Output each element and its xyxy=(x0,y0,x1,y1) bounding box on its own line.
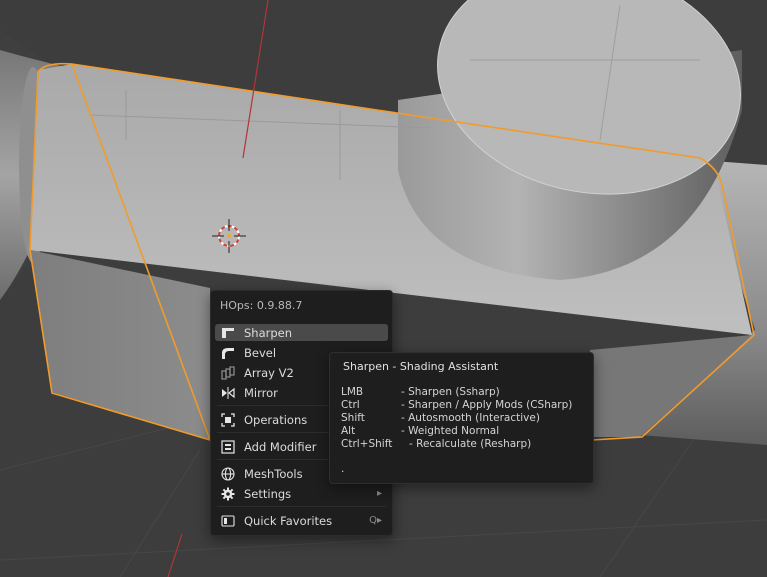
tooltip-footer: . xyxy=(341,463,345,475)
menu-item-sharpen[interactable]: Sharpen xyxy=(215,324,388,341)
tooltip-key: Shift xyxy=(341,412,365,424)
menu-title: HOps: 0.9.88.7 xyxy=(220,299,303,312)
quick-favorites-icon xyxy=(221,514,235,528)
menu-item-quick-favorites[interactable]: Quick Favorites Q▸ xyxy=(215,512,388,529)
tooltip-key: Ctrl+Shift xyxy=(341,438,393,450)
tooltip-key: Alt xyxy=(341,425,356,437)
submenu-arrow-icon: ▸ xyxy=(376,488,382,499)
tooltip-title: Sharpen - Shading Assistant xyxy=(343,360,499,373)
menu-item-settings[interactable]: Settings ▸ xyxy=(215,485,388,502)
tooltip-desc: - Weighted Normal xyxy=(401,425,500,437)
tooltip-desc: - Sharpen / Apply Mods (CSharp) xyxy=(401,399,573,411)
menu-item-label: Sharpen xyxy=(244,325,293,340)
block-front-face xyxy=(30,250,210,440)
add-modifier-icon xyxy=(221,439,235,454)
menu-item-label: Quick Favorites xyxy=(244,513,333,528)
z-axis-line-lower xyxy=(167,533,183,577)
tooltip-desc: - Autosmooth (Interactive) xyxy=(401,412,540,424)
tooltip-desc: - Sharpen (Ssharp) xyxy=(401,386,500,398)
tooltip-desc: - Recalculate (Resharp) xyxy=(409,438,532,450)
mirror-icon xyxy=(221,386,235,400)
menu-item-label: Settings xyxy=(244,486,292,501)
tooltip-key: LMB xyxy=(341,386,364,398)
sharpen-icon xyxy=(221,326,235,340)
meshtools-icon xyxy=(221,466,235,481)
tooltip: Sharpen - Shading Assistant LMB - Sharpe… xyxy=(329,352,594,484)
bevel-icon xyxy=(221,346,235,360)
array-icon xyxy=(221,365,235,380)
tooltip-key: Ctrl xyxy=(341,399,360,411)
menu-separator xyxy=(217,506,386,507)
shortcut-hint: Q▸ xyxy=(369,515,382,526)
operations-icon xyxy=(221,412,235,427)
gear-icon xyxy=(221,487,235,501)
